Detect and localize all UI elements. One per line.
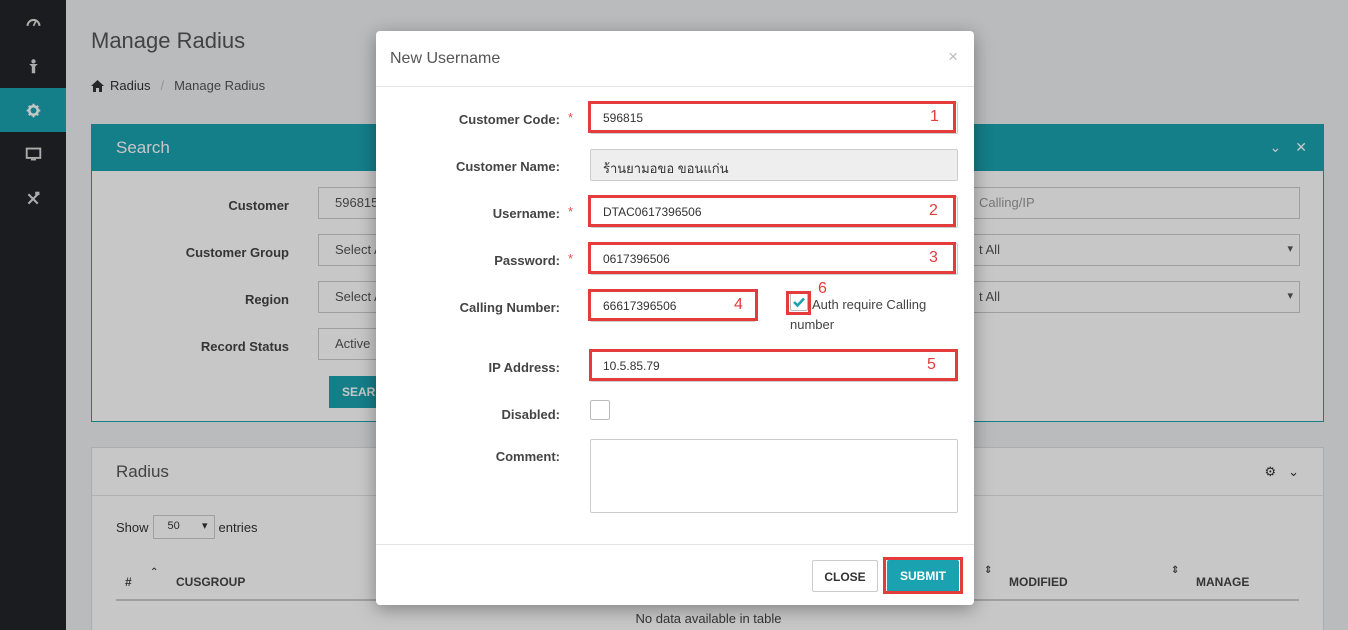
- customer-code-label: Customer Code:: [458, 112, 560, 127]
- annotation-number-3: 3: [929, 249, 938, 266]
- password-label: Password:: [494, 253, 560, 268]
- customer-name-input: ร้านยามอขอ ขอนแก่น: [590, 149, 958, 181]
- customer-name-label: Customer Name:: [455, 159, 560, 174]
- close-button[interactable]: CLOSE: [812, 560, 878, 592]
- annotation-number-4: 4: [734, 296, 743, 313]
- modal-title: New Username: [390, 50, 501, 67]
- annotation-number-1: 1: [930, 108, 939, 125]
- auth-require-label: Auth require Calling number: [790, 297, 927, 332]
- required-mark: *: [568, 251, 574, 266]
- close-icon[interactable]: ×: [948, 47, 958, 67]
- required-mark: *: [568, 204, 574, 219]
- annotation-box-3: [588, 242, 956, 274]
- annotation-box-4: [588, 289, 758, 321]
- calling-number-label: Calling Number:: [459, 300, 560, 315]
- annotation-box-submit: [883, 557, 963, 594]
- comment-textarea[interactable]: [590, 439, 958, 513]
- disabled-checkbox[interactable]: [590, 400, 610, 420]
- username-label: Username:: [492, 206, 560, 221]
- modal-footer: CLOSE SUBMIT: [376, 544, 974, 605]
- annotation-box-1: [588, 101, 956, 133]
- comment-label: Comment:: [495, 449, 560, 464]
- annotation-box-5: [589, 349, 958, 381]
- modal-header: New Username ×: [376, 31, 974, 87]
- required-mark: *: [568, 110, 574, 125]
- ip-address-label: IP Address:: [488, 360, 560, 375]
- disabled-label: Disabled:: [501, 407, 560, 422]
- annotation-number-5: 5: [927, 356, 936, 373]
- new-username-modal: New Username × Customer Code: * 596815 1…: [376, 31, 974, 605]
- annotation-box-2: [588, 195, 956, 227]
- annotation-number-2: 2: [929, 202, 938, 219]
